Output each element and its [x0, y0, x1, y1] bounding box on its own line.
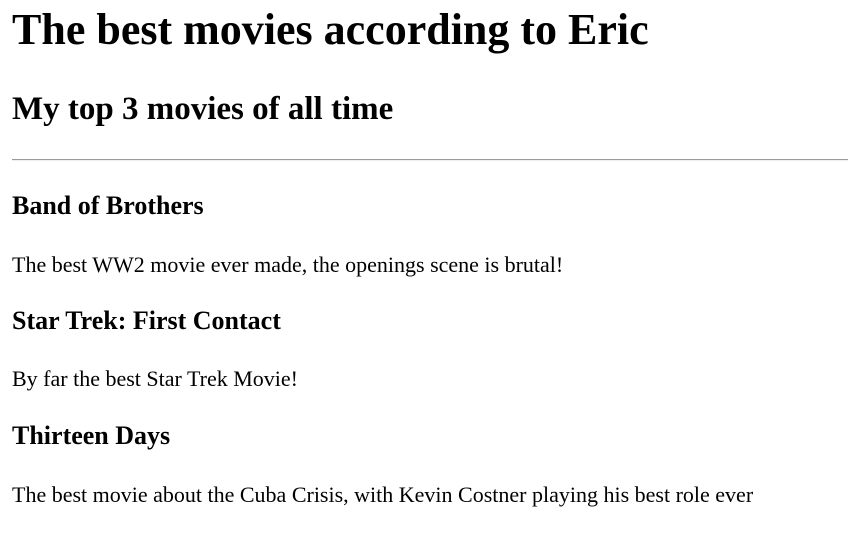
- movie-title: Star Trek: First Contact: [12, 306, 281, 335]
- movie-title: Thirteen Days: [12, 421, 171, 450]
- page-subtitle: My top 3 movies of all time: [12, 91, 394, 127]
- movie-description: By far the best Star Trek Movie!: [12, 366, 298, 391]
- movie-description: The best WW2 movie ever made, the openin…: [12, 252, 564, 277]
- horizontal-divider: [12, 159, 848, 161]
- page-title: The best movies according to Eric: [12, 5, 649, 54]
- movie-description: The best movie about the Cuba Crisis, wi…: [12, 482, 754, 507]
- page: The best movies according to Eric My top…: [0, 0, 848, 540]
- movie-title: Band of Brothers: [12, 191, 204, 220]
